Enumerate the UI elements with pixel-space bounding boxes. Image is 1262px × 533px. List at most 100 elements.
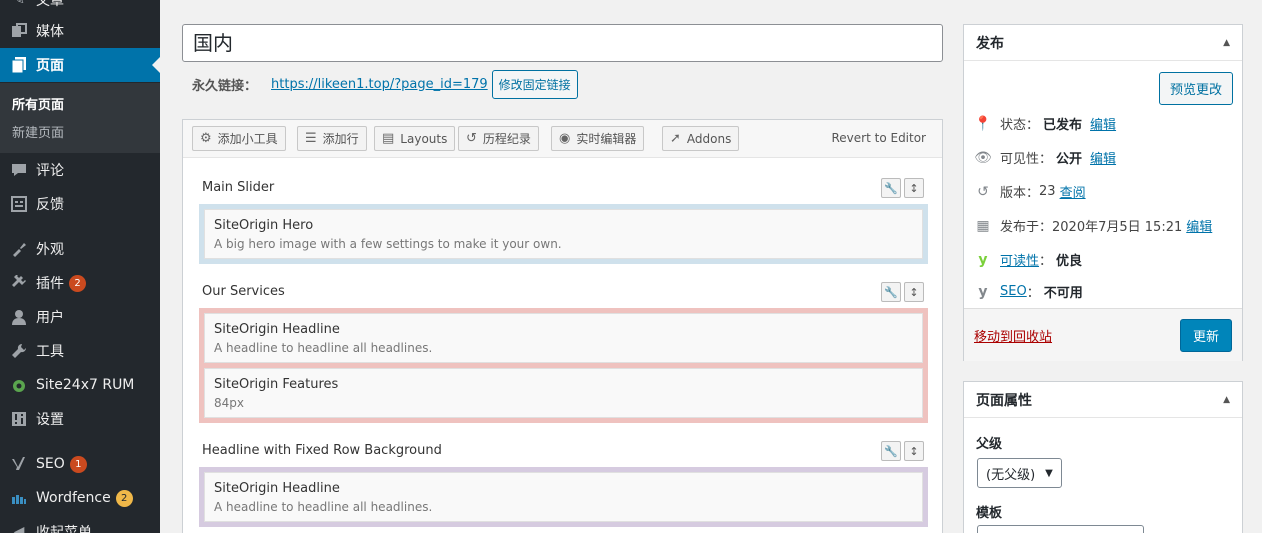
appearance-icon xyxy=(10,240,28,258)
collapse-icon: ◀ xyxy=(13,524,25,533)
eye-icon: ◉ xyxy=(559,131,571,146)
sidebar-item-appearance[interactable]: 外观 xyxy=(0,232,160,266)
sidebar-item-label: 工具 xyxy=(36,344,64,360)
template-label: 模板 xyxy=(976,506,1003,521)
add-widget-button[interactable]: ⚙ 添加小工具 xyxy=(192,126,286,151)
seo-link[interactable]: SEO xyxy=(1000,284,1027,299)
submenu-all-pages[interactable]: 所有页面 xyxy=(12,94,64,113)
layouts-label: Layouts xyxy=(400,131,448,146)
sidebar-item-label: 外观 xyxy=(36,242,64,258)
history-button[interactable]: ↺ 历程纪录 xyxy=(458,126,539,151)
feedback-icon xyxy=(10,195,28,213)
widget-title: SiteOrigin Headline xyxy=(214,481,340,496)
calendar-icon: ▦ xyxy=(976,217,990,234)
sidebar-item-pages[interactable]: 页面 xyxy=(0,48,160,82)
parent-label: 父级 xyxy=(976,437,1003,452)
row-tools: 🔧 ↕ xyxy=(881,178,924,198)
parent-select[interactable]: (无父级) ▼ xyxy=(977,458,1062,488)
edit-date-link[interactable]: 编辑 xyxy=(1186,216,1212,235)
move-icon[interactable]: ↕ xyxy=(904,282,924,302)
sidebar-item-plugins[interactable]: 插件 2 xyxy=(0,266,160,300)
sidebar-item-label: Wordfence xyxy=(36,490,111,506)
layouts-button[interactable]: ▤ Layouts xyxy=(374,126,456,151)
permalink-url[interactable]: https://likeen1.top/?page_id=179 xyxy=(271,77,488,92)
eye-icon: 👁 xyxy=(974,149,992,166)
visibility-label: 可见性： xyxy=(1000,152,1053,167)
sidebar-item-label: 媒体 xyxy=(36,24,64,40)
visibility-row: 👁 可见性： 公开 编辑 xyxy=(974,148,1116,168)
revisions-row: ↺ 版本： 23 查阅 xyxy=(974,182,1086,202)
sidebar-item-tools[interactable]: 工具 xyxy=(0,334,160,368)
sidebar-item-label: 收起菜单 xyxy=(36,525,92,533)
sidebar-item-media[interactable]: 媒体 xyxy=(0,14,160,48)
revisions-label: 版本： xyxy=(1000,186,1040,201)
page-builder: ⚙ 添加小工具 ☰ 添加行 ▤ Layouts ↺ 历程纪录 ◉ 实时编辑器 ➚… xyxy=(182,119,943,533)
move-icon[interactable]: ↕ xyxy=(904,178,924,198)
widget-description: 84px xyxy=(214,396,244,410)
post-title-input[interactable]: 国内 xyxy=(182,24,943,62)
add-row-button[interactable]: ☰ 添加行 xyxy=(297,126,367,151)
sidebar-item-wordfence[interactable]: Wordfence 2 xyxy=(0,481,160,515)
readability-link[interactable]: 可读性 xyxy=(1000,250,1039,269)
move-to-trash-link[interactable]: 移动到回收站 xyxy=(974,326,1052,345)
published-date: 2020年7月5日 15:21 xyxy=(1052,220,1183,235)
widget[interactable]: SiteOrigin Features 84px xyxy=(204,368,923,418)
preview-changes-button[interactable]: 预览更改 xyxy=(1159,72,1234,105)
yoast-readability-icon: y xyxy=(978,251,988,268)
widget-title: SiteOrigin Features xyxy=(214,377,339,392)
browse-revisions-link[interactable]: 查阅 xyxy=(1060,182,1086,201)
wrench-icon[interactable]: 🔧 xyxy=(881,178,901,198)
sidebar-item-settings[interactable]: 设置 xyxy=(0,402,160,436)
addons-button[interactable]: ➚ Addons xyxy=(662,126,740,151)
sidebar-item-comments[interactable]: 评论 xyxy=(0,153,160,187)
media-icon xyxy=(10,22,28,40)
addons-label: Addons xyxy=(686,131,732,146)
status-label: 状态： xyxy=(1000,118,1040,133)
page-attributes-header[interactable]: 页面属性 ▲ xyxy=(964,382,1242,418)
page-attributes-title: 页面属性 xyxy=(976,392,1032,409)
pin-icon: 📍 xyxy=(974,115,992,132)
live-editor-label: 实时编辑器 xyxy=(576,132,637,146)
edit-permalink-button[interactable]: 修改固定链接 xyxy=(491,69,578,99)
sidebar-item-label: Site24x7 RUM xyxy=(36,377,135,393)
sidebar-item-label: 文章 xyxy=(36,0,64,9)
publish-box-header[interactable]: 发布 ▲ xyxy=(964,25,1242,61)
edit-visibility-link[interactable]: 编辑 xyxy=(1090,148,1116,167)
builder-toolbar: ⚙ 添加小工具 ☰ 添加行 ▤ Layouts ↺ 历程纪录 ◉ 实时编辑器 ➚… xyxy=(183,120,942,158)
readability-row: y 可读性 ： 优良 xyxy=(974,250,1086,270)
row-cell: SiteOrigin Headline A headline to headli… xyxy=(199,308,928,423)
sidebar-item-label: 用户 xyxy=(36,310,64,326)
edit-status-link[interactable]: 编辑 xyxy=(1090,114,1116,133)
publish-box: 发布 ▲ 预览更改 📍 状态： 已发布 编辑 👁 可见性： 公开 编辑 ↺ 版本… xyxy=(963,24,1243,361)
sidebar-item-label: 评论 xyxy=(36,163,64,179)
published-label: 发布于： xyxy=(1000,220,1053,235)
update-button[interactable]: 更新 xyxy=(1179,319,1232,352)
seo-row: y SEO ： 不可用 xyxy=(974,282,1087,302)
collapse-arrow-icon[interactable]: ▲ xyxy=(1223,38,1230,48)
sidebar-item-users[interactable]: 用户 xyxy=(0,300,160,334)
seo-notification-badge: 1 xyxy=(69,455,87,473)
sidebar-item-feedback[interactable]: 反馈 xyxy=(0,187,160,221)
template-select[interactable] xyxy=(977,525,1144,533)
submenu-new-page[interactable]: 新建页面 xyxy=(12,122,64,141)
widget[interactable]: SiteOrigin Hero A big hero image with a … xyxy=(204,209,923,259)
rows-icon: ☰ xyxy=(305,131,317,146)
widget[interactable]: SiteOrigin Headline A headline to headli… xyxy=(204,313,923,363)
sidebar-item-seo[interactable]: SEO 1 xyxy=(0,447,160,481)
collapse-arrow-icon[interactable]: ▲ xyxy=(1223,395,1230,405)
page-attributes-box: 页面属性 ▲ 父级 (无父级) ▼ 模板 xyxy=(963,381,1243,533)
wrench-icon[interactable]: 🔧 xyxy=(881,282,901,302)
widget[interactable]: SiteOrigin Headline A headline to headli… xyxy=(204,472,923,522)
widget-description: A headline to headline all headlines. xyxy=(214,500,433,514)
publish-actions: 移动到回收站 更新 xyxy=(964,308,1242,361)
sidebar-item-label: 页面 xyxy=(36,58,64,74)
live-editor-button[interactable]: ◉ 实时编辑器 xyxy=(551,126,645,151)
page-icon xyxy=(10,56,28,74)
sidebar-item-site24x7[interactable]: Site24x7 RUM xyxy=(0,368,160,402)
wrench-icon[interactable]: 🔧 xyxy=(881,441,901,461)
revert-to-editor-link[interactable]: Revert to Editor xyxy=(832,131,927,145)
sidebar-collapse-menu[interactable]: ◀ 收起菜单 xyxy=(0,515,160,533)
settings-icon xyxy=(10,410,28,428)
history-icon: ↺ xyxy=(977,183,989,200)
move-icon[interactable]: ↕ xyxy=(904,441,924,461)
